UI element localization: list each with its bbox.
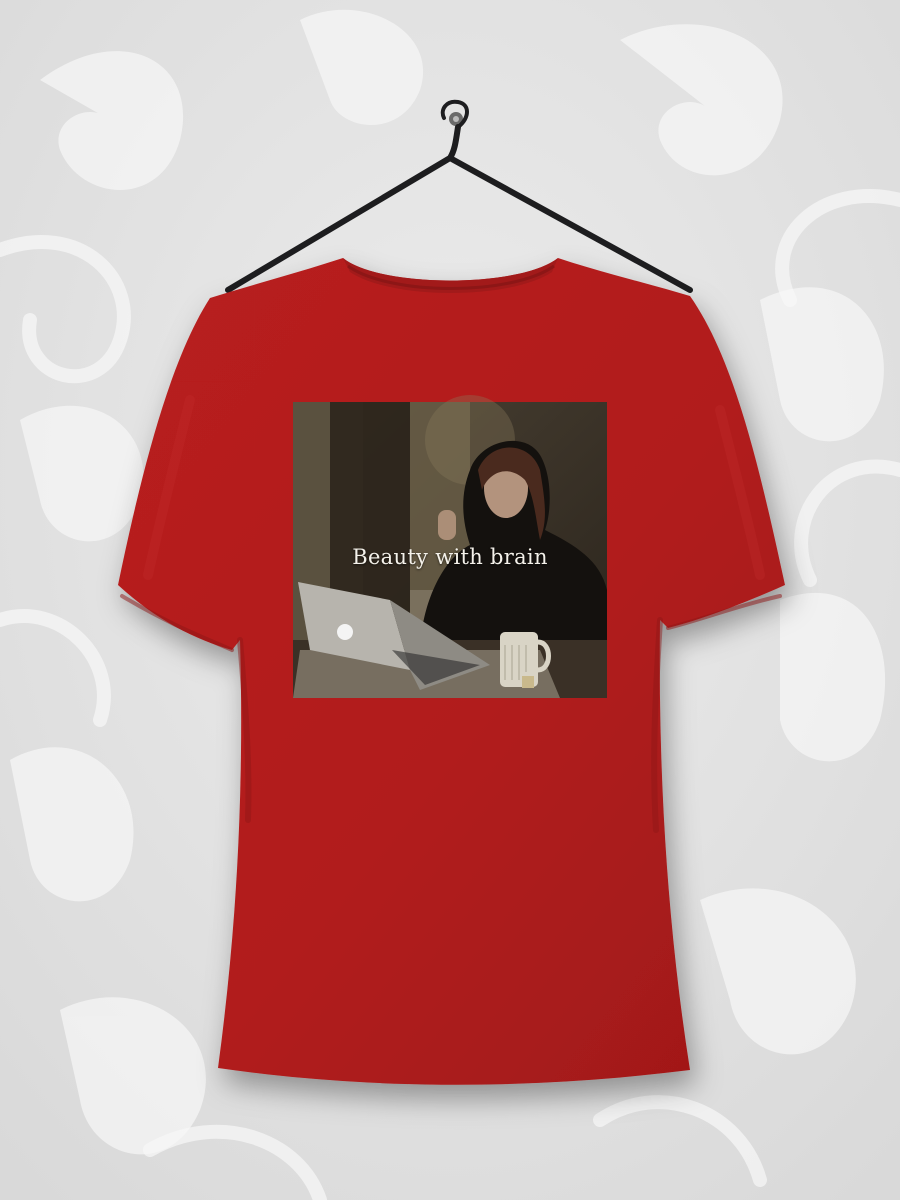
product-photo: Beauty with brain [0, 0, 900, 1200]
laptop-logo-icon [337, 624, 353, 640]
red-t-shirt [118, 258, 785, 1085]
shirt-print-caption: Beauty with brain [352, 545, 548, 569]
